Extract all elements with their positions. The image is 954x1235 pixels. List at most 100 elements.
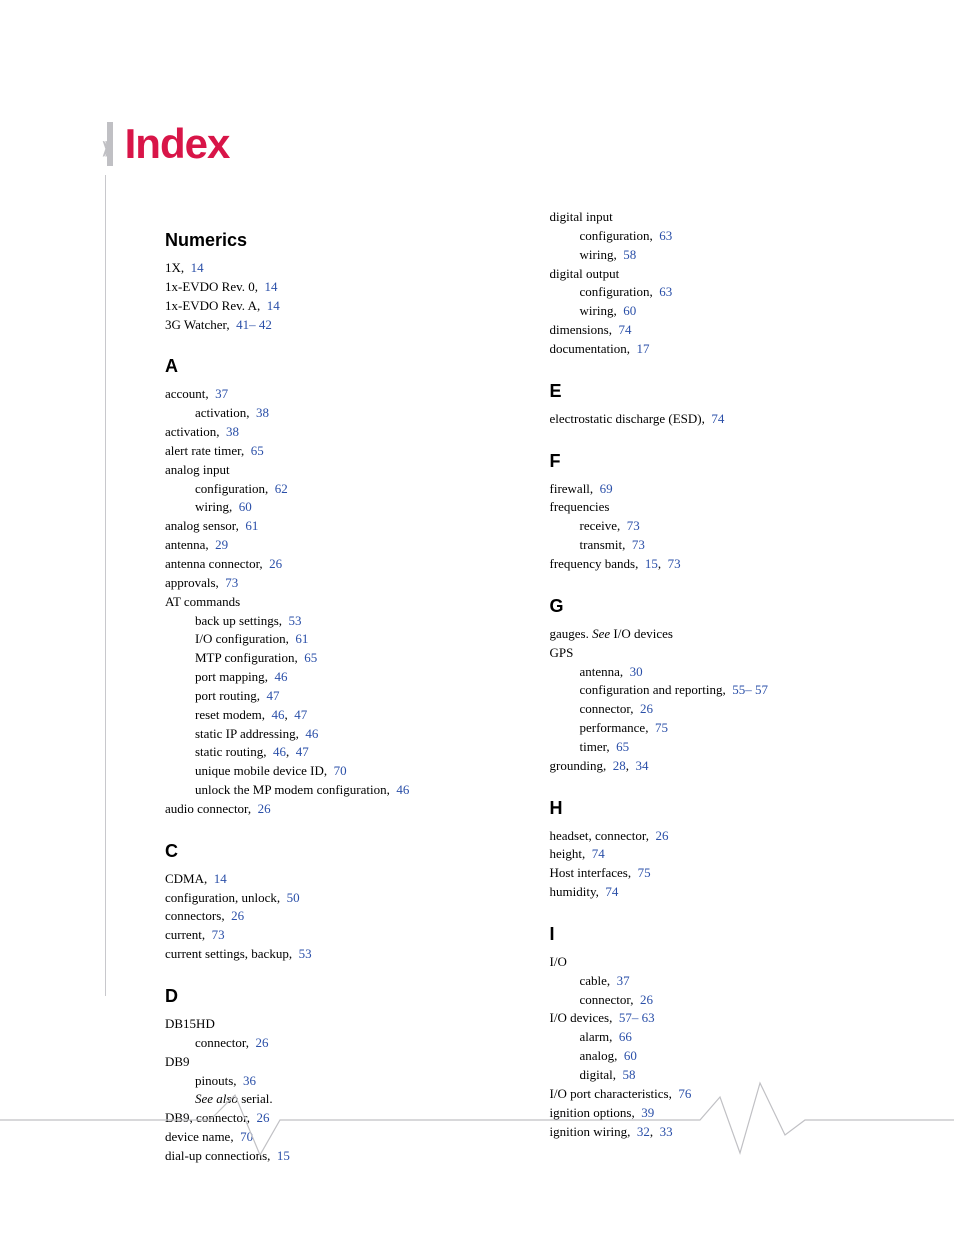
index-entry: reset modem, 46, 47 <box>195 706 500 725</box>
page-ref-link[interactable]: 74 <box>605 884 618 899</box>
page-ref-link[interactable]: 14 <box>265 279 278 294</box>
page-ref-link[interactable]: 74 <box>618 322 631 337</box>
index-entry-text: transmit <box>580 537 623 552</box>
index-entry: 3G Watcher, 41– 42 <box>165 316 500 335</box>
page-ref-link[interactable]: 74 <box>711 411 724 426</box>
page-ref-link[interactable]: 73 <box>627 518 640 533</box>
page-ref-link[interactable]: 50 <box>287 890 300 905</box>
index-entry: configuration, 63 <box>580 283 885 302</box>
index-entry-text: 1x-EVDO Rev. 0 <box>165 279 255 294</box>
page-ref-link[interactable]: 63 <box>659 228 672 243</box>
page-ref-link[interactable]: 66 <box>619 1029 632 1044</box>
index-entry: GPS <box>550 644 885 663</box>
page-ref-link[interactable]: 73 <box>632 537 645 552</box>
page-ref-link[interactable]: 15 <box>645 556 658 571</box>
vertical-rule <box>105 175 106 996</box>
index-entry-text: I/O configuration <box>195 631 286 646</box>
index-entry: dimensions, 74 <box>550 321 885 340</box>
page-ref-link[interactable]: 53 <box>299 946 312 961</box>
page-ref-link[interactable]: 38 <box>256 405 269 420</box>
page-ref-link[interactable]: 65 <box>616 739 629 754</box>
page-ref-link[interactable]: 30 <box>630 664 643 679</box>
page-ref-link[interactable]: 26 <box>640 701 653 716</box>
index-entry: digital input <box>550 208 885 227</box>
page-ref-link[interactable]: 26 <box>231 908 244 923</box>
index-entry: frequency bands, 15, 73 <box>550 555 885 574</box>
index-entry-text: 3G Watcher <box>165 317 226 332</box>
page-ref-link[interactable]: 75 <box>638 865 651 880</box>
index-entry-text: I/O <box>550 954 567 969</box>
page-ref-link[interactable]: 29 <box>215 537 228 552</box>
page-ref-link[interactable]: 26 <box>269 556 282 571</box>
page-ref-link[interactable]: 60 <box>624 1048 637 1063</box>
page-ref-link[interactable]: 73 <box>225 575 238 590</box>
page-ref-link[interactable]: 47 <box>267 688 280 703</box>
index-entry-text: cable <box>580 973 607 988</box>
index-entry-text: dimensions <box>550 322 609 337</box>
index-entry: port routing, 47 <box>195 687 500 706</box>
page-ref-link[interactable]: 46 <box>274 669 287 684</box>
page-ref-link[interactable]: 55– 57 <box>732 682 768 697</box>
index-entry-text: performance <box>580 720 646 735</box>
index-entry: connector, 26 <box>580 991 885 1010</box>
page-ref-link[interactable]: 46 <box>273 744 286 759</box>
page-ref-link[interactable]: 46 <box>305 726 318 741</box>
index-entry: cable, 37 <box>580 972 885 991</box>
index-section-head: F <box>550 451 885 472</box>
page-ref-link[interactable]: 46 <box>272 707 285 722</box>
page-ref-link[interactable]: 63 <box>659 284 672 299</box>
index-entry-text: Host interfaces <box>550 865 628 880</box>
page-ref-link[interactable]: 60 <box>239 499 252 514</box>
page-ref-link[interactable]: 61 <box>295 631 308 646</box>
page-ref-link[interactable]: 26 <box>255 1035 268 1050</box>
page-ref-link[interactable]: 73 <box>668 556 681 571</box>
page-ref-link[interactable]: 34 <box>635 758 648 773</box>
page-ref-link[interactable]: 73 <box>212 927 225 942</box>
page-ref-link[interactable]: 60 <box>623 303 636 318</box>
index-section-head: D <box>165 986 500 1007</box>
page-ref-link[interactable]: 46 <box>396 782 409 797</box>
index-entry-text: port routing <box>195 688 257 703</box>
page-ref-link[interactable]: 14 <box>267 298 280 313</box>
index-entry: Host interfaces, 75 <box>550 864 885 883</box>
page-ref-link[interactable]: 61 <box>245 518 258 533</box>
page-ref-link[interactable]: 70 <box>334 763 347 778</box>
index-section-head: C <box>165 841 500 862</box>
page-ref-link[interactable]: 47 <box>294 707 307 722</box>
page-ref-link[interactable]: 65 <box>251 443 264 458</box>
index-col-left: Numerics1X, 141x-EVDO Rev. 0, 141x-EVDO … <box>165 208 500 1166</box>
chevrons-icon: ›› <box>101 121 106 168</box>
index-section-head: Numerics <box>165 230 500 251</box>
page-ref-link[interactable]: 26 <box>655 828 668 843</box>
page-ref-link[interactable]: 62 <box>275 481 288 496</box>
page-ref-link[interactable]: 14 <box>214 871 227 886</box>
page-ref-link[interactable]: 28 <box>613 758 626 773</box>
page-ref-link[interactable]: 69 <box>600 481 613 496</box>
page-ref-link[interactable]: 47 <box>296 744 309 759</box>
page-ref-link[interactable]: 37 <box>617 973 630 988</box>
index-entry: activation, 38 <box>165 423 500 442</box>
page-ref-link[interactable]: 41– 42 <box>236 317 272 332</box>
index-entry: digital output <box>550 265 885 284</box>
page-ref-link[interactable]: 53 <box>289 613 302 628</box>
index-entry-text: documentation <box>550 341 627 356</box>
page-ref-link[interactable]: 26 <box>258 801 271 816</box>
index-entry-text: 1X <box>165 260 181 275</box>
page-ref-link[interactable]: 74 <box>592 846 605 861</box>
page-ref-link[interactable]: 17 <box>637 341 650 356</box>
index-entry-text: wiring <box>580 303 614 318</box>
page-ref-link[interactable]: 14 <box>191 260 204 275</box>
index-entry-text: 1x-EVDO Rev. A <box>165 298 257 313</box>
page-ref-link[interactable]: 26 <box>640 992 653 1007</box>
page-ref-link[interactable]: 38 <box>226 424 239 439</box>
page-ref-link[interactable]: 57– 63 <box>619 1010 655 1025</box>
index-entry-text: frequencies <box>550 499 610 514</box>
page-ref-link[interactable]: 58 <box>623 247 636 262</box>
index-entry: static routing, 46, 47 <box>195 743 500 762</box>
page-ref-link[interactable]: 75 <box>655 720 668 735</box>
index-entry: activation, 38 <box>195 404 500 423</box>
index-entry: grounding, 28, 34 <box>550 757 885 776</box>
page-ref-link[interactable]: 65 <box>304 650 317 665</box>
index-entry: analog sensor, 61 <box>165 517 500 536</box>
page-ref-link[interactable]: 37 <box>215 386 228 401</box>
